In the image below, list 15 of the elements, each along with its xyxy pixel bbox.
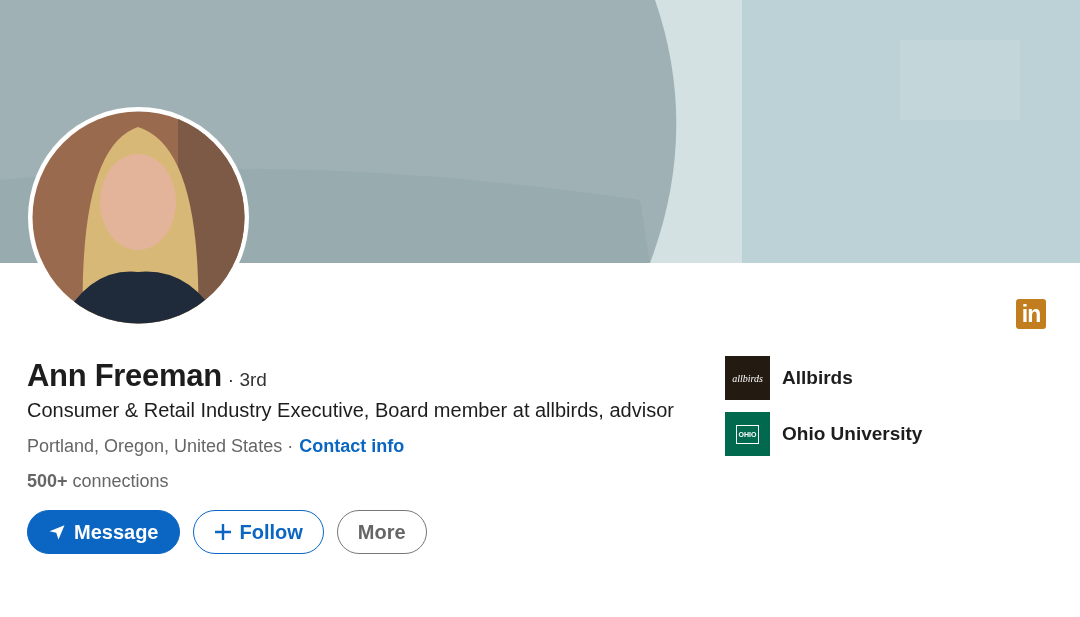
plus-icon <box>213 523 232 541</box>
more-button[interactable]: More <box>336 510 427 554</box>
contact-info-link[interactable]: Contact info <box>299 434 405 458</box>
profile-name: Ann Freeman <box>27 358 222 394</box>
location-text: Portland, Oregon, United States · <box>27 435 294 458</box>
brand-badge[interactable]: in <box>1016 299 1046 329</box>
connections-count: 500+ connections <box>27 470 170 493</box>
affiliation-name[interactable]: Allbirds <box>782 367 853 389</box>
profile-headline: Consumer & Retail Industry Executive, Board member at allbirds, advisor <box>27 398 675 423</box>
affiliation-name[interactable]: Ohio University <box>782 423 923 445</box>
send-icon <box>48 523 66 541</box>
follow-button[interactable]: Follow <box>192 510 324 554</box>
message-button[interactable]: Message <box>27 510 180 554</box>
company-logo[interactable]: allbirds <box>725 356 770 400</box>
connection-degree: · 3rd <box>227 369 267 391</box>
